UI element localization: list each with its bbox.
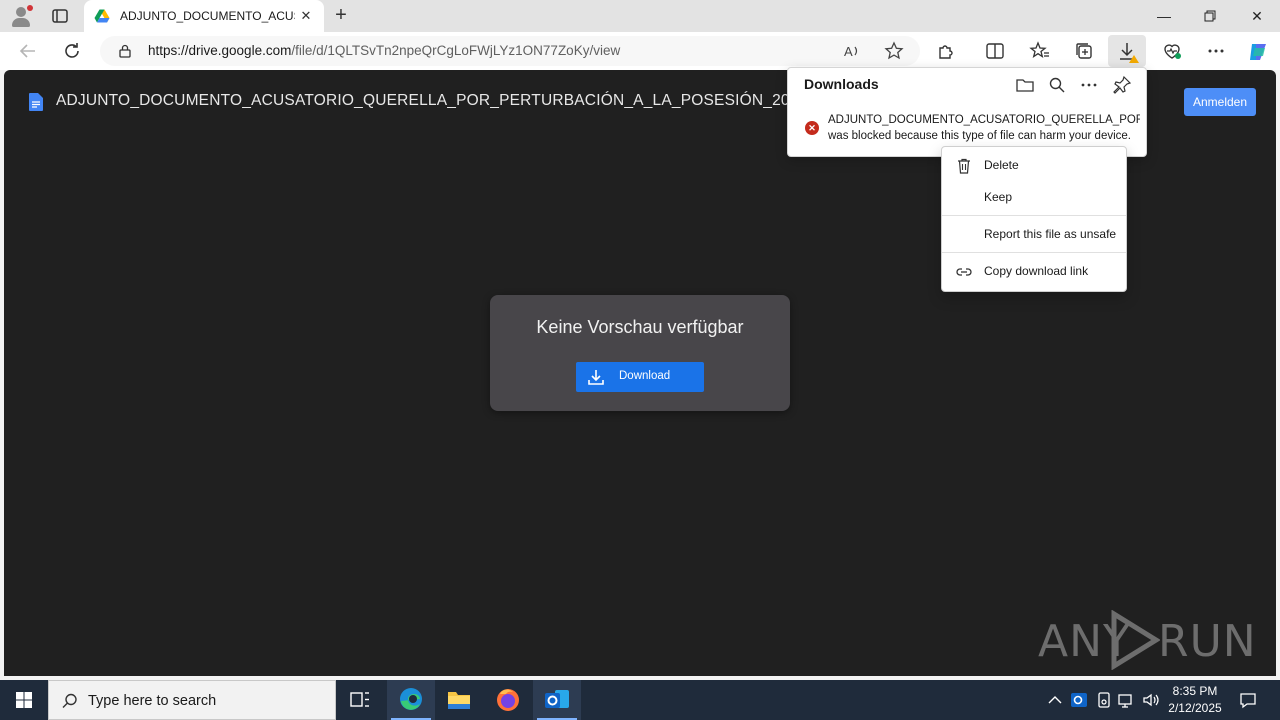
start-button[interactable] bbox=[0, 680, 48, 720]
close-tab-icon[interactable]: ✕ bbox=[298, 8, 314, 24]
downloads-panel: Downloads ✕ ADJUNTO_DOCUMENTO_ACUSATORIO… bbox=[787, 67, 1147, 157]
menu-divider bbox=[942, 215, 1126, 216]
task-view-icon[interactable] bbox=[336, 680, 384, 720]
refresh-icon[interactable] bbox=[60, 39, 84, 63]
more-options-icon[interactable] bbox=[1079, 75, 1099, 95]
volume-icon[interactable] bbox=[1141, 690, 1161, 710]
google-drive-icon bbox=[94, 8, 110, 24]
outlook-tray-icon[interactable] bbox=[1069, 690, 1089, 710]
taskbar-search-box[interactable]: Type here to search bbox=[48, 680, 336, 720]
navigation-bar: https://drive.google.com/file/d/1QLTSvTn… bbox=[0, 32, 1280, 70]
favorites-icon[interactable] bbox=[1029, 40, 1051, 62]
search-placeholder: Type here to search bbox=[88, 693, 217, 709]
document-title: ADJUNTO_DOCUMENTO_ACUSATORIO_QUERELLA_PO… bbox=[56, 92, 808, 109]
download-icon bbox=[587, 368, 605, 386]
download-context-menu: Delete Keep Report this file as unsafe C… bbox=[941, 146, 1127, 292]
search-downloads-icon[interactable] bbox=[1047, 75, 1067, 95]
downloads-button[interactable] bbox=[1108, 35, 1146, 67]
minimize-button[interactable]: — bbox=[1141, 0, 1187, 32]
split-screen-icon[interactable] bbox=[984, 40, 1006, 62]
browser-essentials-icon[interactable] bbox=[1161, 40, 1183, 62]
outlook-icon[interactable] bbox=[533, 680, 581, 720]
no-preview-card: Keine Vorschau verfügbar Download bbox=[490, 295, 790, 411]
new-tab-button[interactable]: + bbox=[330, 5, 352, 27]
tab-strip: ADJUNTO_DOCUMENTO_ACUSATORIO_QUERELLA_PO… bbox=[0, 0, 1280, 32]
menu-item-label: Keep bbox=[984, 190, 1013, 204]
restore-button[interactable] bbox=[1187, 0, 1233, 32]
taskbar: Type here to search 8:35 PM 2/12/2025 bbox=[0, 680, 1280, 720]
menu-item-label: Copy download link bbox=[984, 264, 1089, 278]
file-explorer-icon[interactable] bbox=[435, 680, 483, 720]
collections-icon[interactable] bbox=[1073, 40, 1095, 62]
close-window-button[interactable]: ✕ bbox=[1234, 0, 1280, 32]
open-folder-icon[interactable] bbox=[1015, 75, 1035, 95]
network-icon[interactable] bbox=[1117, 690, 1137, 710]
clock-date: 2/12/2025 bbox=[1168, 701, 1222, 715]
more-options-icon[interactable] bbox=[1205, 40, 1227, 62]
blocked-error-icon: ✕ bbox=[805, 121, 819, 135]
menu-divider bbox=[942, 252, 1126, 253]
menu-item-delete[interactable]: Delete bbox=[942, 150, 1126, 180]
anyrun-watermark: ANY RUN bbox=[1038, 606, 1256, 672]
link-icon bbox=[955, 263, 973, 281]
address-bar[interactable]: https://drive.google.com/file/d/1QLTSvTn… bbox=[100, 36, 920, 66]
device-tray-icon[interactable] bbox=[1094, 690, 1114, 710]
trash-icon bbox=[955, 157, 973, 175]
clock-time: 8:35 PM bbox=[1172, 684, 1218, 698]
menu-item-label: Report this file as unsafe bbox=[984, 227, 1117, 241]
menu-item-label: Delete bbox=[984, 158, 1019, 172]
tab-title: ADJUNTO_DOCUMENTO_ACUSATORIO_QUERELLA_PO… bbox=[120, 9, 295, 23]
lock-icon[interactable] bbox=[118, 44, 132, 58]
no-preview-message: Keine Vorschau verfügbar bbox=[536, 317, 744, 337]
system-clock[interactable]: 8:35 PM 2/12/2025 bbox=[1160, 683, 1230, 717]
url-text[interactable]: https://drive.google.com/file/d/1QLTSvTn… bbox=[148, 43, 620, 58]
download-button-label: Download bbox=[619, 370, 671, 382]
downloads-panel-title: Downloads bbox=[804, 76, 879, 92]
tab-google-drive[interactable]: ADJUNTO_DOCUMENTO_ACUSATORIO_QUERELLA_PO… bbox=[84, 0, 324, 32]
sign-in-button[interactable]: Anmelden bbox=[1184, 88, 1256, 116]
play-logo-icon bbox=[1111, 610, 1160, 670]
copilot-icon[interactable] bbox=[1246, 40, 1268, 62]
search-icon bbox=[61, 692, 79, 710]
svg-text:A: A bbox=[844, 44, 853, 59]
edge-taskbar-icon[interactable] bbox=[387, 680, 435, 720]
menu-item-keep[interactable]: Keep bbox=[942, 182, 1126, 212]
download-status: was blocked because this type of file ca… bbox=[828, 130, 1131, 142]
show-hidden-icons-icon[interactable] bbox=[1045, 690, 1065, 710]
extensions-icon[interactable] bbox=[936, 40, 958, 62]
google-docs-icon bbox=[29, 93, 43, 111]
firefox-icon[interactable] bbox=[484, 680, 532, 720]
download-button[interactable]: Download bbox=[576, 362, 704, 392]
download-filename[interactable]: ADJUNTO_DOCUMENTO_ACUSATORIO_QUERELLA_PO… bbox=[828, 114, 1140, 126]
notifications-icon[interactable] bbox=[1238, 690, 1258, 710]
pin-icon[interactable] bbox=[1112, 75, 1132, 95]
menu-item-report-unsafe[interactable]: Report this file as unsafe bbox=[942, 219, 1126, 249]
watermark-text-right: RUN bbox=[1158, 616, 1257, 667]
tab-actions-icon[interactable] bbox=[50, 6, 70, 26]
read-aloud-icon[interactable]: A bbox=[842, 41, 862, 61]
menu-item-copy-link[interactable]: Copy download link bbox=[942, 256, 1126, 286]
favorite-star-icon[interactable] bbox=[884, 41, 904, 61]
back-icon[interactable] bbox=[16, 39, 40, 63]
profile-avatar-icon[interactable] bbox=[10, 5, 33, 27]
